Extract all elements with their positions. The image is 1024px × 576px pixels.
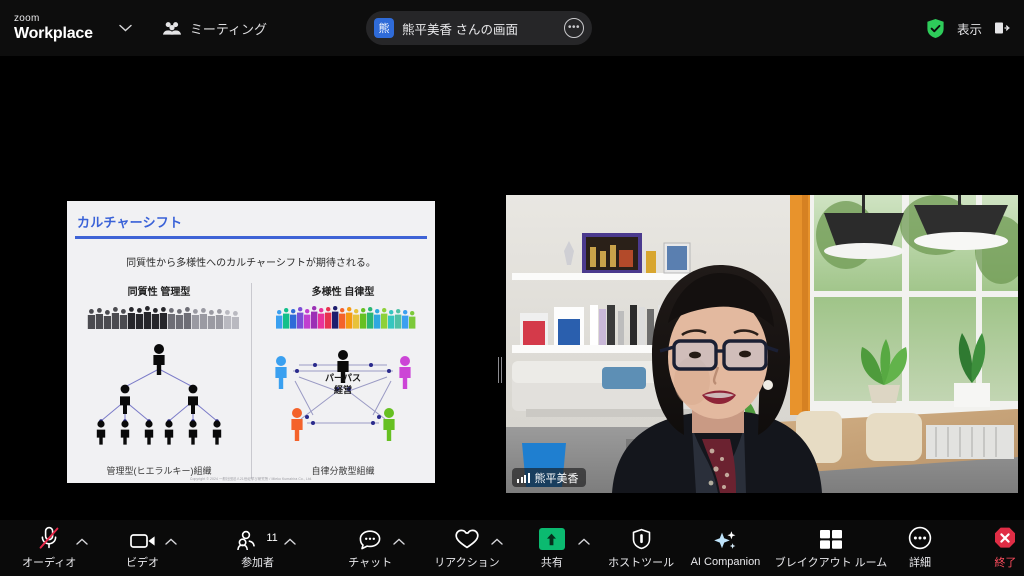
zoom-workplace-brand[interactable]: zoom Workplace — [14, 14, 93, 42]
toolbar-more-label: 詳細 — [908, 557, 931, 569]
brand-workplace-text: Workplace — [14, 25, 93, 42]
network-diagram: パーパス 経営 — [251, 331, 435, 457]
toolbar-more-button[interactable]: 詳細 — [901, 520, 938, 576]
slide-title-rule — [75, 236, 427, 239]
toolbar-chat-label: チャット — [348, 557, 393, 569]
screen-share-title: 熊平美香 さんの画面 — [402, 22, 518, 37]
sharer-avatar: 熊 — [374, 18, 394, 38]
toolbar-end-button[interactable]: 終了 — [987, 520, 1024, 576]
signal-bars-icon — [517, 472, 530, 483]
toolbar-participants-label: 参加者 — [241, 557, 275, 569]
toolbar-participants-button[interactable]: 11 参加者 — [235, 520, 296, 576]
shield-icon — [631, 526, 652, 550]
slide-subtitle: 同質性から多様性へのカルチャーシフトが期待される。 — [126, 257, 376, 269]
screen-share-indicator[interactable]: 熊 熊平美香 さんの画面 ••• — [366, 11, 592, 45]
toolbar-host-tools-button[interactable]: ホストツール — [608, 520, 674, 576]
microphone-muted-icon — [38, 526, 60, 550]
toolbar-share-button[interactable]: 共有 — [536, 520, 590, 576]
end-call-icon — [993, 526, 1017, 550]
meeting-stage: カルチャーシフト 同質性から多様性へのカルチャーシフトが期待される。 同質性 管… — [0, 56, 1024, 558]
sparkles-icon — [712, 528, 738, 552]
purpose-text-line2: 経営 — [334, 384, 352, 395]
video-feed — [506, 195, 1018, 493]
participant-video-tile[interactable]: 熊平美香 — [506, 195, 1018, 493]
exit-fullscreen-icon[interactable] — [994, 21, 1010, 35]
chat-options-chevron-icon[interactable] — [393, 538, 405, 548]
people-group-icon — [162, 21, 182, 36]
toolbar-reactions-button[interactable]: リアクション — [434, 520, 503, 576]
toolbar-ai-companion-label: AI Companion — [690, 556, 761, 568]
toolbar-share-label: 共有 — [540, 557, 563, 569]
camera-icon — [129, 526, 156, 550]
meeting-tab[interactable]: ミーティング — [162, 19, 267, 38]
toolbar-audio-label: オーディオ — [22, 557, 77, 569]
grid-squares-icon — [818, 526, 844, 550]
zoom-meeting-window: zoom Workplace ミーティング 熊 熊平美香 さんの画面 ••• 表… — [0, 0, 1024, 576]
reactions-options-chevron-icon[interactable] — [490, 538, 503, 548]
panel-splitter[interactable] — [497, 355, 503, 385]
toolbar-end-label: 終了 — [994, 557, 1017, 569]
grey-crowd-illustration — [67, 303, 251, 337]
slide-right-column: 多様性 自律型 パーパス 経営 自律分散型組織 — [251, 283, 435, 483]
slide-columns: 同質性 管理型 管理型(ヒエラルキー)組織 多様性 自律型 パーパス 経営 自律… — [67, 282, 435, 483]
audio-options-chevron-icon[interactable] — [76, 538, 88, 548]
toolbar-breakout-rooms-button[interactable]: ブレイクアウト ルーム — [774, 520, 888, 576]
participant-name: 熊平美香 — [534, 472, 579, 485]
header-right-controls: 表示 — [926, 0, 1010, 56]
hierarchy-diagram — [67, 335, 251, 455]
participants-icon: 11 — [237, 526, 278, 550]
video-options-chevron-icon[interactable] — [165, 538, 177, 548]
toolbar-ai-companion-button[interactable]: AI Companion — [688, 520, 763, 576]
view-button-label[interactable]: 表示 — [957, 19, 982, 38]
toolbar-audio-button[interactable]: オーディオ — [22, 520, 88, 576]
more-circle-icon — [908, 526, 932, 550]
slide-left-column: 同質性 管理型 管理型(ヒエラルキー)組織 — [67, 283, 251, 483]
slide-title: カルチャーシフト — [77, 215, 183, 230]
meeting-tab-label: ミーティング — [189, 21, 268, 37]
participant-name-badge: 熊平美香 — [512, 468, 586, 487]
slide-left-heading: 同質性 管理型 — [127, 286, 191, 298]
shared-slide[interactable]: カルチャーシフト 同質性から多様性へのカルチャーシフトが期待される。 同質性 管… — [67, 201, 435, 483]
toolbar-video-label: ビデオ — [126, 557, 160, 569]
heart-icon — [454, 526, 480, 550]
toolbar-video-button[interactable]: ビデオ — [122, 520, 177, 576]
more-options-icon[interactable]: ••• — [564, 18, 584, 38]
brand-zoom-text: zoom — [14, 13, 40, 24]
window-header: zoom Workplace ミーティング 熊 熊平美香 さんの画面 ••• 表… — [0, 0, 1024, 56]
share-screen-icon — [538, 526, 565, 550]
slide-left-caption: 管理型(ヒエラルキー)組織 — [106, 465, 212, 476]
slide-right-heading: 多様性 自律型 — [311, 286, 375, 298]
slide-right-caption: 自律分散型組織 — [311, 465, 375, 476]
shield-check-icon[interactable] — [926, 18, 945, 39]
toolbar-breakout-rooms-label: ブレイクアウト ルーム — [774, 557, 888, 569]
slide-copyright: Copyright © 2024 一般社団法人21世紀学び研究所 / Mieko… — [189, 477, 313, 481]
chevron-down-icon[interactable] — [119, 24, 132, 32]
share-options-chevron-icon[interactable] — [578, 538, 590, 548]
chat-bubble-icon — [358, 526, 382, 550]
purpose-text-line1: パーパス — [325, 372, 361, 383]
meeting-toolbar: オーディオ ビデオ 11 参加者 チャット リアクション 共有 ホストツール A… — [0, 520, 1024, 576]
toolbar-host-tools-label: ホストツール — [608, 557, 675, 569]
participants-count: 11 — [266, 532, 278, 544]
toolbar-reactions-label: リアクション — [434, 557, 500, 569]
toolbar-chat-button[interactable]: チャット — [348, 520, 405, 576]
participants-options-chevron-icon[interactable] — [284, 538, 296, 548]
